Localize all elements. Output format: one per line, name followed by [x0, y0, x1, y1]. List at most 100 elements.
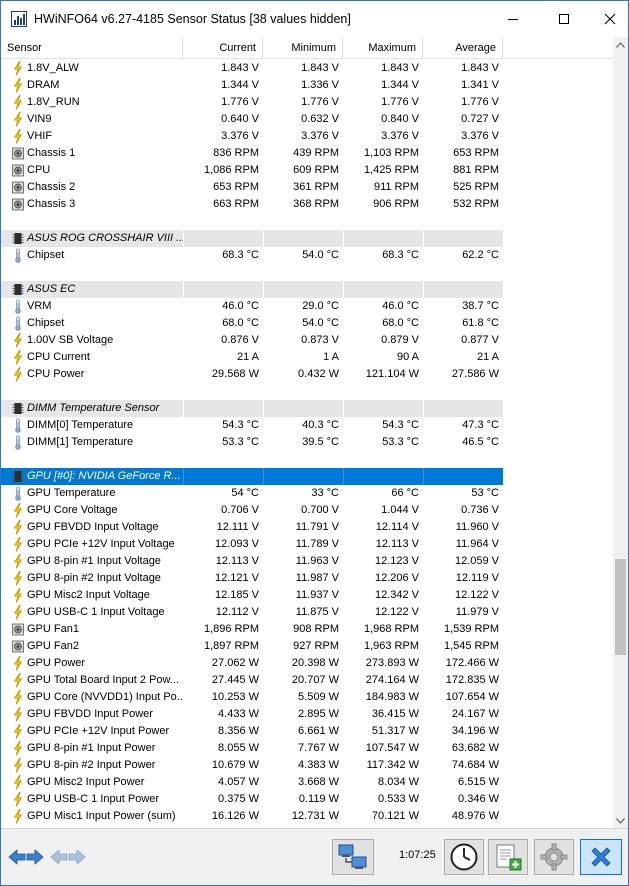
table-row[interactable]: GPU Fan2 1,897 RPM 927 RPM 1,963 RPM 1,545 R…	[1, 638, 503, 655]
table-row[interactable]: Chipset 68.3 °C 54.0 °C 68.3 °C 62.2 °C	[1, 247, 503, 264]
fan-icon	[12, 181, 24, 194]
voltage-icon	[13, 112, 23, 127]
column-header-average[interactable]: Average	[423, 37, 503, 59]
table-row[interactable]: CPU Current 21 A 1 A 90 A 21 A	[1, 349, 503, 366]
scroll-up-button[interactable]	[613, 37, 628, 52]
column-header-maximum[interactable]: Maximum	[343, 37, 423, 59]
add-report-icon	[496, 844, 522, 871]
table-row[interactable]: GPU FBVDD Input Voltage 12.111 V 11.791 V 1…	[1, 519, 503, 536]
sensor-group-header[interactable]: ASUS ROG CROSSHAIR VIII ...	[1, 230, 503, 247]
table-row[interactable]: CPU 1,086 RPM 609 RPM 1,425 RPM 881 RPM	[1, 162, 503, 179]
maximum-value: 1.344 V	[381, 79, 419, 91]
column-header-current[interactable]: Current	[183, 37, 263, 59]
average-value: 12.122 V	[454, 589, 499, 601]
average-value: 532 RPM	[453, 198, 499, 210]
add-report-button[interactable]	[488, 839, 528, 875]
table-row[interactable]: GPU 8-pin #1 Input Power 8.055 W 7.767 W 10…	[1, 740, 503, 757]
table-row[interactable]: GPU 8-pin #2 Input Voltage 12.121 V 11.987…	[1, 570, 503, 587]
table-row[interactable]: DIMM[0] Temperature 54.3 °C 40.3 °C 54.3 °C…	[1, 417, 503, 434]
table-row[interactable]: GPU FBVDD Input Power 4.433 W 2.895 W 36.41…	[1, 706, 503, 723]
table-row[interactable]: GPU Fan1 1,896 RPM 908 RPM 1,968 RPM 1,539 R…	[1, 621, 503, 638]
table-row[interactable]: CPU Power 29.568 W 0.432 W 121.104 W 27.586 …	[1, 366, 503, 383]
scroll-down-button[interactable]	[613, 813, 628, 828]
table-row[interactable]: Chassis 1 836 RPM 439 RPM 1,103 RPM 653 RPM	[1, 145, 503, 162]
sensor-label: 1.8V_ALW	[27, 62, 79, 74]
average-value: 11.964 V	[455, 538, 499, 550]
average-value: 24.167 W	[451, 708, 499, 720]
current-value: 68.0 °C	[222, 317, 259, 329]
table-row[interactable]: 1.8V_RUN 1.776 V 1.776 V 1.776 V 1.776 V	[1, 94, 503, 111]
table-row[interactable]: Chassis 3 663 RPM 368 RPM 906 RPM 532 RPM	[1, 196, 503, 213]
elapsed-time: 1:07:25	[399, 849, 436, 861]
timer-button[interactable]	[444, 839, 484, 875]
average-value: 38.7 °C	[462, 300, 499, 312]
minimum-value: 1.336 V	[301, 79, 339, 91]
minimum-value: 40.3 °C	[302, 419, 339, 431]
sensor-group-header[interactable]: DIMM Temperature Sensor	[1, 400, 503, 417]
navigate-sensors-button[interactable]	[7, 843, 45, 871]
sensor-label: GPU 8-pin #1 Input Power	[27, 742, 156, 754]
sensor-label: Chassis 3	[27, 198, 76, 210]
table-row[interactable]: Chassis 2 653 RPM 361 RPM 911 RPM 525 RPM	[1, 179, 503, 196]
scrollbar-thumb[interactable]	[615, 559, 626, 655]
average-value: 53 °C	[471, 487, 499, 499]
table-row[interactable]: GPU 8-pin #2 Input Power 10.679 W 4.383 W 1…	[1, 757, 503, 774]
table-row[interactable]: GPU 8-pin #1 Input Voltage 12.113 V 11.963…	[1, 553, 503, 570]
table-row[interactable]: GPU USB-C 1 Input Voltage 12.112 V 11.875 …	[1, 604, 503, 621]
table-row[interactable]: VRM 46.0 °C 29.0 °C 46.0 °C 38.7 °C	[1, 298, 503, 315]
column-header-sensor[interactable]: Sensor	[1, 37, 183, 59]
table-row[interactable]: DIMM[1] Temperature 53.3 °C 39.5 °C 53.3 °C…	[1, 434, 503, 451]
average-value: 172.466 W	[445, 657, 499, 669]
maximum-value: 12.342 V	[374, 589, 419, 601]
navigate-disabled-button[interactable]	[49, 843, 87, 871]
thermometer-icon	[15, 418, 21, 433]
table-row[interactable]: DRAM 1.344 V 1.336 V 1.344 V 1.341 V	[1, 77, 503, 94]
sensor-group-header[interactable]: GPU [#0]: NVIDIA GeForce R...	[1, 468, 503, 485]
table-row[interactable]: GPU Misc2 Input Power 4.057 W 3.668 W 8.034…	[1, 774, 503, 791]
table-row[interactable]: GPU USB-C 1 Input Power 0.375 W 0.119 W 0.5…	[1, 791, 503, 808]
maximum-value: 1,968 RPM	[363, 623, 419, 635]
table-row[interactable]: GPU Core Voltage 0.706 V 0.700 V 1.044 V 0.7…	[1, 502, 503, 519]
close-sensors-button[interactable]	[580, 839, 622, 875]
minimum-value: 20.707 W	[291, 674, 339, 686]
minimum-value: 11.875 V	[295, 606, 339, 618]
hwinfo-window: HWiNFO64 v6.27-4185 Sensor Status [38 va…	[0, 0, 629, 886]
maximize-button[interactable]	[541, 1, 587, 37]
minimum-value: 2.895 W	[298, 708, 339, 720]
sensor-table[interactable]: Sensor Current Minimum Maximum Average 1…	[1, 37, 613, 828]
sensor-label: GPU Core Voltage	[27, 504, 118, 516]
maximum-value: 68.3 °C	[382, 249, 419, 261]
close-button[interactable]	[587, 1, 629, 37]
table-row[interactable]: GPU PCIe +12V Input Voltage 12.093 V 11.78…	[1, 536, 503, 553]
table-row[interactable]: GPU Power 27.062 W 20.398 W 273.893 W 172.46…	[1, 655, 503, 672]
sensor-label: 1.00V SB Voltage	[27, 334, 114, 346]
current-value: 3.376 V	[221, 130, 259, 142]
sensor-label: GPU FBVDD Input Voltage	[27, 521, 159, 533]
minimum-value: 54.0 °C	[302, 249, 339, 261]
table-row[interactable]: 1.8V_ALW 1.843 V 1.843 V 1.843 V 1.843 V	[1, 60, 503, 77]
sensor-group-header[interactable]: ASUS EC	[1, 281, 503, 298]
vertical-scrollbar[interactable]	[613, 37, 628, 828]
table-row[interactable]: 1.00V SB Voltage 0.876 V 0.873 V 0.879 V 0.8…	[1, 332, 503, 349]
sensor-label: Chassis 2	[27, 181, 76, 193]
table-row[interactable]: GPU Temperature 54 °C 33 °C 66 °C 53 °C	[1, 485, 503, 502]
table-row[interactable]: GPU Misc2 Input Voltage 12.185 V 11.937 V 1…	[1, 587, 503, 604]
table-row[interactable]: VIN9 0.640 V 0.632 V 0.840 V 0.727 V	[1, 111, 503, 128]
minimum-value: 6.661 W	[298, 725, 339, 737]
sensor-label: GPU PCIe +12V Input Voltage	[27, 538, 175, 550]
average-value: 62.2 °C	[462, 249, 499, 261]
table-row[interactable]: Chipset 68.0 °C 54.0 °C 68.0 °C 61.8 °C	[1, 315, 503, 332]
nav-disabled-icon	[50, 849, 86, 865]
network-button[interactable]	[332, 839, 374, 875]
sensor-label: CPU Power	[27, 368, 85, 380]
table-row[interactable]: GPU Misc1 Input Power (sum) 16.126 W 12.73…	[1, 808, 503, 825]
settings-button[interactable]	[534, 839, 574, 875]
minimize-button[interactable]	[490, 1, 536, 37]
table-row[interactable]: GPU Core (NVVDD1) Input Po... 10.253 W 5.5…	[1, 689, 503, 706]
column-header-minimum[interactable]: Minimum	[263, 37, 343, 59]
table-row[interactable]: GPU PCIe +12V Input Power 8.356 W 6.661 W 5…	[1, 723, 503, 740]
table-row[interactable]: GPU Total Board Input 2 Pow... 27.445 W 20…	[1, 672, 503, 689]
table-row[interactable]: VHIF 3.376 V 3.376 V 3.376 V 3.376 V	[1, 128, 503, 145]
title-bar[interactable]: HWiNFO64 v6.27-4185 Sensor Status [38 va…	[1, 1, 628, 37]
minimum-value: 0.700 V	[301, 504, 339, 516]
